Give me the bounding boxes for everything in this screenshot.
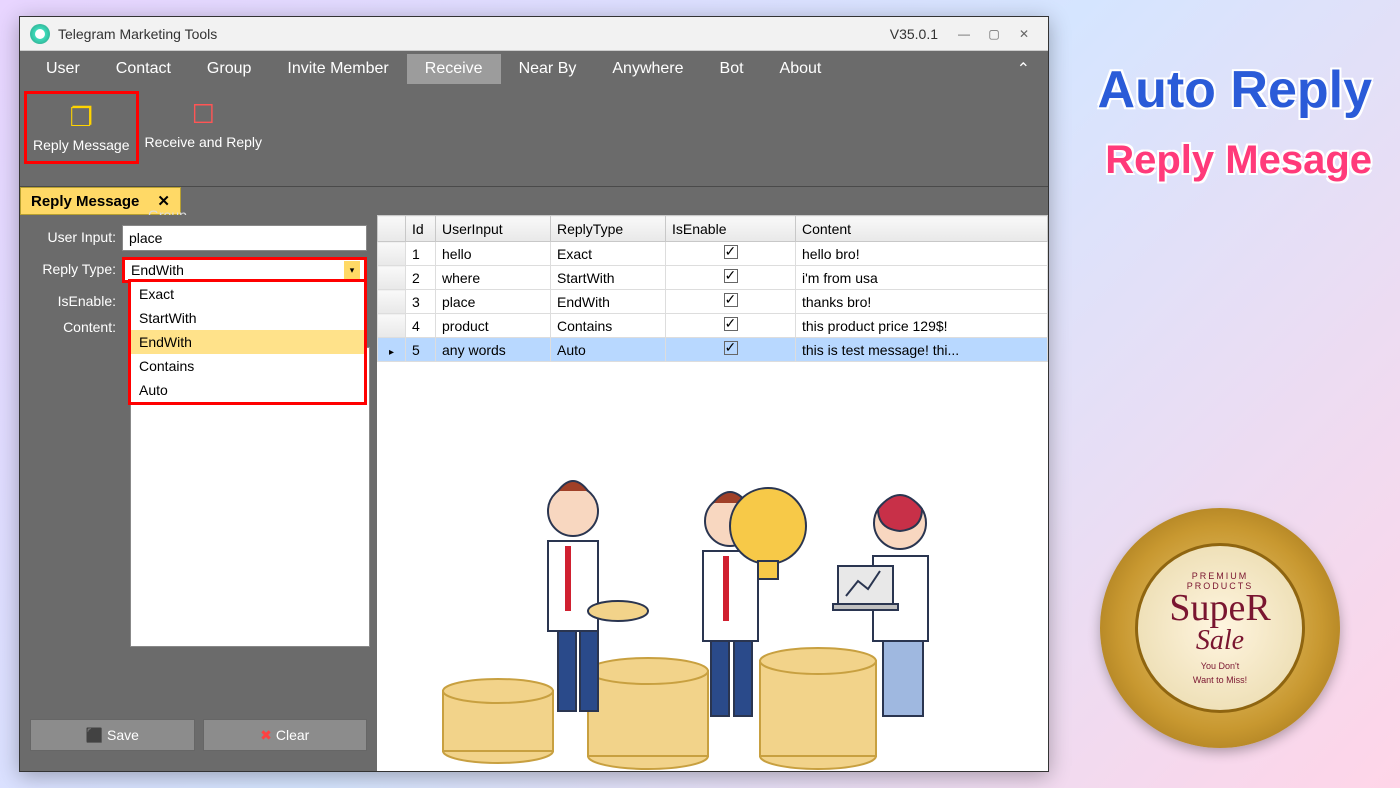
- reply-type-value: EndWith: [131, 262, 184, 278]
- cell-replytype: Exact: [551, 242, 666, 266]
- table-row[interactable]: 3placeEndWith thanks bro!: [378, 290, 1048, 314]
- cell-content: i'm from usa: [796, 266, 1048, 290]
- row-header[interactable]: [378, 338, 406, 362]
- cell-content: hello bro!: [796, 242, 1048, 266]
- option-exact[interactable]: Exact: [131, 282, 364, 306]
- menu-contact[interactable]: Contact: [98, 54, 189, 84]
- user-input-field[interactable]: [122, 225, 367, 251]
- receive-icon: ☐: [145, 99, 263, 130]
- cell-id: 2: [406, 266, 436, 290]
- dropdown-arrow-icon[interactable]: ▾: [344, 261, 360, 279]
- row-header[interactable]: [378, 290, 406, 314]
- menu-receive[interactable]: Receive: [407, 54, 501, 84]
- app-window: Telegram Marketing Tools V35.0.1 — ▢ ✕ U…: [19, 16, 1049, 772]
- form-panel: User Input: Reply Type: EndWith ▾ IsEnab…: [20, 215, 377, 771]
- ribbon: ❐ Reply Message ☐ Receive and Reply: [20, 87, 1048, 187]
- menu-group[interactable]: Group: [189, 54, 269, 84]
- sale-seal: PREMIUM PRODUCTS SupeR Sale You Don't Wa…: [1100, 508, 1340, 748]
- option-startwith[interactable]: StartWith: [131, 306, 364, 330]
- cell-id: 4: [406, 314, 436, 338]
- app-icon: [30, 24, 50, 44]
- menu-bot[interactable]: Bot: [702, 54, 762, 84]
- cell-userinput: where: [436, 266, 551, 290]
- is-enable-label: IsEnable:: [30, 289, 122, 309]
- row-header[interactable]: [378, 314, 406, 338]
- window-title: Telegram Marketing Tools: [58, 26, 217, 42]
- content-label: Content:: [30, 315, 122, 335]
- cell-id: 3: [406, 290, 436, 314]
- menu-bar: User Contact Group Invite Member Receive…: [20, 51, 1048, 87]
- reply-type-label: Reply Type:: [30, 257, 122, 277]
- cell-content: this is test message! thi...: [796, 338, 1048, 362]
- table-row[interactable]: 2whereStartWith i'm from usa: [378, 266, 1048, 290]
- user-input-label: User Input:: [30, 225, 122, 245]
- cell-id: 1: [406, 242, 436, 266]
- col-content[interactable]: Content: [796, 216, 1048, 242]
- cell-replytype: Contains: [551, 314, 666, 338]
- reply-icon: ❐: [33, 102, 130, 133]
- row-header[interactable]: [378, 242, 406, 266]
- seal-premium: PREMIUM: [1192, 571, 1249, 581]
- ribbon-reply-message[interactable]: ❐ Reply Message: [24, 91, 139, 164]
- tab-label: Reply Message: [31, 193, 139, 210]
- rules-table: Id UserInput ReplyType IsEnable Content …: [377, 215, 1048, 362]
- menu-near-by[interactable]: Near By: [501, 54, 595, 84]
- cell-isenable[interactable]: [666, 338, 796, 362]
- menu-invite-member[interactable]: Invite Member: [269, 54, 406, 84]
- seal-sale: Sale: [1196, 625, 1244, 657]
- cell-content: thanks bro!: [796, 290, 1048, 314]
- cell-replytype: EndWith: [551, 290, 666, 314]
- cell-userinput: hello: [436, 242, 551, 266]
- ribbon-receive-reply[interactable]: ☐ Receive and Reply: [139, 91, 269, 158]
- minimize-button[interactable]: —: [950, 24, 978, 44]
- collapse-ribbon-icon[interactable]: ⌃: [1007, 53, 1040, 85]
- col-userinput[interactable]: UserInput: [436, 216, 551, 242]
- content-area: User Input: Reply Type: EndWith ▾ IsEnab…: [20, 215, 1048, 771]
- clear-button[interactable]: ✖ Clear: [203, 719, 368, 751]
- reply-type-dropdown: Exact StartWith EndWith Contains Auto: [128, 279, 367, 405]
- cell-isenable[interactable]: [666, 266, 796, 290]
- cell-userinput: place: [436, 290, 551, 314]
- menu-about[interactable]: About: [762, 54, 840, 84]
- clear-label: Clear: [276, 727, 309, 743]
- save-icon: ⬛: [86, 727, 103, 744]
- cell-replytype: StartWith: [551, 266, 666, 290]
- save-label: Save: [107, 727, 139, 743]
- promo-title: Auto Reply: [1098, 60, 1372, 120]
- option-contains[interactable]: Contains: [131, 354, 364, 378]
- cell-content: this product price 129$!: [796, 314, 1048, 338]
- table-row[interactable]: 1helloExact hello bro!: [378, 242, 1048, 266]
- col-isenable[interactable]: IsEnable: [666, 216, 796, 242]
- col-replytype[interactable]: ReplyType: [551, 216, 666, 242]
- save-button[interactable]: ⬛ Save: [30, 719, 195, 751]
- menu-anywhere[interactable]: Anywhere: [594, 54, 701, 84]
- col-id[interactable]: Id: [406, 216, 436, 242]
- ribbon-receive-label: Receive and Reply: [145, 134, 263, 150]
- option-endwith[interactable]: EndWith: [131, 330, 364, 354]
- menu-user[interactable]: User: [28, 54, 98, 84]
- cell-userinput: product: [436, 314, 551, 338]
- promo-subtitle: Reply Mesage: [1105, 138, 1372, 183]
- ribbon-reply-label: Reply Message: [33, 137, 130, 153]
- seal-tag2: Want to Miss!: [1193, 675, 1247, 685]
- close-button[interactable]: ✕: [1010, 24, 1038, 44]
- seal-super: SupeR: [1169, 591, 1270, 625]
- maximize-button[interactable]: ▢: [980, 24, 1008, 44]
- title-bar: Telegram Marketing Tools V35.0.1 — ▢ ✕: [20, 17, 1048, 51]
- cell-isenable[interactable]: [666, 290, 796, 314]
- table-row[interactable]: 5any wordsAuto this is test message! thi.…: [378, 338, 1048, 362]
- table-row[interactable]: 4productContains this product price 129$!: [378, 314, 1048, 338]
- grid-panel: Id UserInput ReplyType IsEnable Content …: [377, 215, 1048, 771]
- seal-tag1: You Don't: [1201, 661, 1239, 671]
- cell-id: 5: [406, 338, 436, 362]
- clear-icon: ✖: [260, 727, 272, 744]
- illustration: [407, 411, 1048, 771]
- cell-isenable[interactable]: [666, 314, 796, 338]
- cell-userinput: any words: [436, 338, 551, 362]
- version-label: V35.0.1: [890, 26, 938, 42]
- cell-replytype: Auto: [551, 338, 666, 362]
- row-header[interactable]: [378, 266, 406, 290]
- option-auto[interactable]: Auto: [131, 378, 364, 402]
- cell-isenable[interactable]: [666, 242, 796, 266]
